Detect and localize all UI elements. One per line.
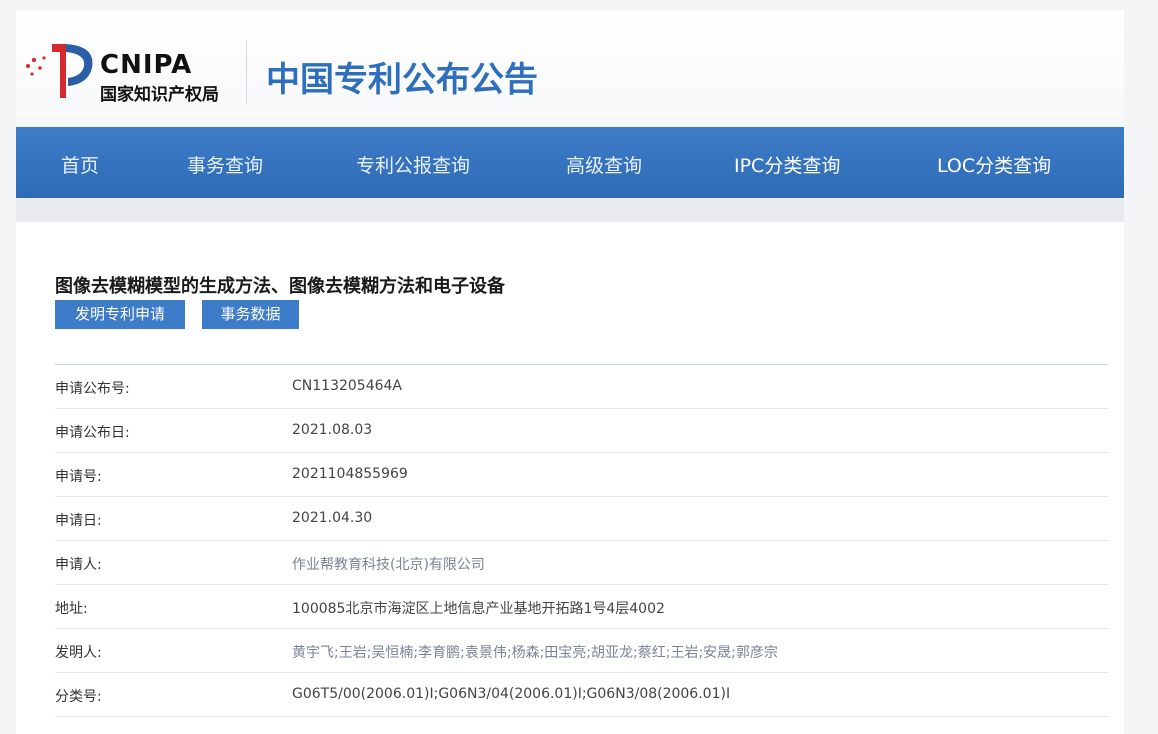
field-label: 申请日:: [55, 513, 102, 529]
brand-subtitle: 国家知识产权局: [100, 85, 219, 105]
inventors-link[interactable]: 黄宇飞;王岩;吴恒楠;李育鹏;袁景伟;杨森;田宝亮;胡亚龙;蔡红;王岩;安晟;郭…: [292, 642, 778, 662]
nav-item-transaction-query[interactable]: 事务查询: [187, 151, 263, 178]
main-content: 图像去模糊模型的生成方法、图像去模糊方法和电子设备 发明专利申请 事务数据 申请…: [16, 222, 1124, 734]
patent-info-table: 申请公布号: CN113205464A 申请公布日: 2021.08.03 申请…: [55, 364, 1108, 717]
field-label: 发明人:: [55, 645, 102, 661]
table-row: 申请公布日: 2021.08.03: [55, 409, 1108, 453]
field-label: 申请公布日:: [55, 425, 130, 441]
field-value: 2021.04.30: [292, 510, 373, 526]
transaction-data-button[interactable]: 事务数据: [202, 300, 299, 329]
table-row: 地址: 100085北京市海淀区上地信息产业基地开拓路1号4层4002: [55, 585, 1108, 629]
field-label: 申请号:: [55, 469, 102, 485]
field-label: 分类号:: [55, 689, 102, 705]
field-value: 2021104855969: [292, 466, 408, 482]
table-row: 申请日: 2021.04.30: [55, 497, 1108, 541]
field-label: 申请公布号:: [55, 381, 130, 397]
table-row: 分类号: G06T5/00(2006.01)I;G06N3/04(2006.01…: [55, 673, 1108, 717]
sub-bar: [16, 198, 1124, 222]
table-row: 申请人: 作业帮教育科技(北京)有限公司: [55, 541, 1108, 585]
table-row: 申请公布号: CN113205464A: [55, 365, 1108, 409]
site-title[interactable]: 中国专利公布公告: [266, 52, 538, 101]
site-header: CNIPA 国家知识产权局 中国专利公布公告: [16, 10, 1124, 127]
nav-item-home[interactable]: 首页: [61, 151, 99, 178]
table-row: 发明人: 黄宇飞;王岩;吴恒楠;李育鹏;袁景伟;杨森;田宝亮;胡亚龙;蔡红;王岩…: [55, 629, 1108, 673]
field-label: 申请人:: [55, 557, 102, 573]
nav-item-advanced-query[interactable]: 高级查询: [566, 151, 642, 178]
patent-application-button[interactable]: 发明专利申请: [55, 300, 185, 329]
brand-name: CNIPA: [100, 50, 193, 80]
table-row: 申请号: 2021104855969: [55, 453, 1108, 497]
main-nav: 首页 事务查询 专利公报查询 高级查询 IPC分类查询 LOC分类查询: [16, 127, 1124, 198]
field-value: 100085北京市海淀区上地信息产业基地开拓路1号4层4002: [292, 601, 665, 617]
nav-item-patent-gazette-query[interactable]: 专利公报查询: [356, 151, 470, 178]
nav-item-loc-query[interactable]: LOC分类查询: [937, 151, 1051, 178]
nav-item-ipc-query[interactable]: IPC分类查询: [734, 151, 840, 178]
field-value: CN113205464A: [292, 378, 402, 394]
field-value: 2021.08.03: [292, 422, 373, 438]
cnipa-logo-icon[interactable]: [22, 38, 102, 102]
document-title: 图像去模糊模型的生成方法、图像去模糊方法和电子设备: [55, 276, 505, 297]
header-divider: [246, 40, 247, 104]
page-frame: CNIPA 国家知识产权局 中国专利公布公告 首页 事务查询 专利公报查询 高级…: [16, 10, 1124, 734]
field-value: G06T5/00(2006.01)I;G06N3/04(2006.01)I;G0…: [292, 686, 731, 702]
applicant-link[interactable]: 作业帮教育科技(北京)有限公司: [292, 554, 485, 574]
field-label: 地址:: [55, 601, 88, 617]
